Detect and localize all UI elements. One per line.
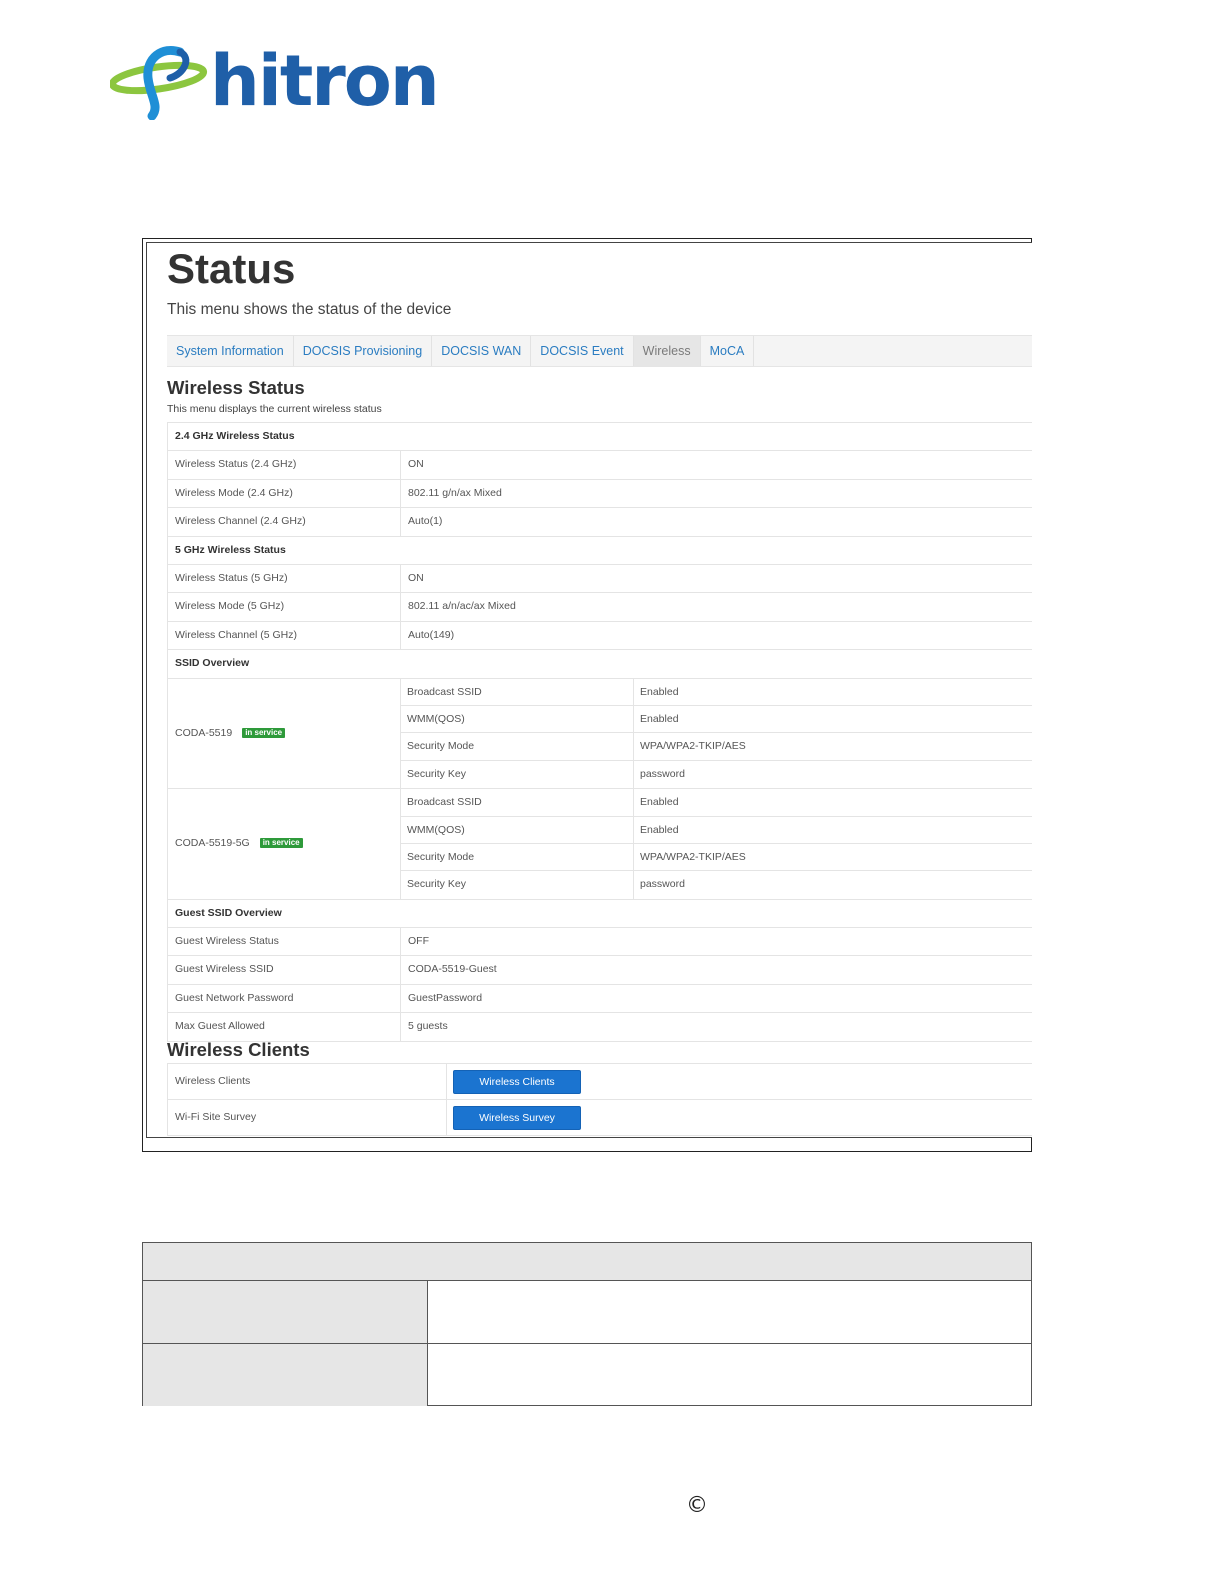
wireless-survey-button[interactable]: Wireless Survey xyxy=(453,1106,581,1130)
ssid-block-24ghz: CODA-5519 in service Broadcast SSID Enabl… xyxy=(167,678,1032,790)
table-row: Guest Wireless Status OFF xyxy=(167,928,1032,957)
screenshot-frame: Status This menu shows the status of the… xyxy=(142,238,1032,1152)
table-row xyxy=(143,1344,1031,1406)
table-row: Guest Network Password GuestPassword xyxy=(167,984,1032,1014)
table-row: Security Mode WPA/WPA2-TKIP/AES xyxy=(400,843,1032,872)
table-row: Broadcast SSID Enabled xyxy=(400,678,1032,706)
tab-moca[interactable]: MoCA xyxy=(701,336,755,366)
table-row: Wireless Clients Wireless Clients xyxy=(167,1064,1032,1100)
table-row: Security Key password xyxy=(400,871,1032,899)
wireless-clients-table: Wireless Clients Wireless Clients Wi-Fi … xyxy=(167,1063,1032,1136)
table-header xyxy=(143,1243,1031,1281)
table-header-5ghz: 5 GHz Wireless Status xyxy=(167,536,1032,565)
table-header-24ghz: 2.4 GHz Wireless Status xyxy=(167,423,1032,452)
hitron-logo: hitron xyxy=(110,40,440,122)
tab-wireless[interactable]: Wireless xyxy=(633,336,701,366)
wireless-clients-title: Wireless Clients xyxy=(167,1039,310,1060)
wireless-status-description: This menu displays the current wireless … xyxy=(167,403,382,415)
tab-system-information[interactable]: System Information xyxy=(167,336,294,366)
page-title: Status xyxy=(167,245,296,292)
tab-docsis-provisioning[interactable]: DOCSIS Provisioning xyxy=(294,336,433,366)
logo-wordmark: hitron xyxy=(210,40,440,122)
table-row: Wireless Mode (5 GHz) 802.11 a/n/ac/ax M… xyxy=(167,593,1032,622)
copyright-symbol: © xyxy=(686,1493,708,1518)
status-badge: in service xyxy=(259,838,303,849)
tab-docsis-wan[interactable]: DOCSIS WAN xyxy=(432,336,532,366)
ssid-name-cell: CODA-5519 in service xyxy=(167,678,400,789)
table-row xyxy=(143,1281,1031,1344)
table-row: Wireless Status (5 GHz) ON xyxy=(167,564,1032,594)
table-row: Guest Wireless SSID CODA-5519-Guest xyxy=(167,956,1032,985)
tab-docsis-event[interactable]: DOCSIS Event xyxy=(531,336,634,366)
table-row: Max Guest Allowed 5 guests xyxy=(167,1013,1032,1042)
wireless-status-title: Wireless Status xyxy=(167,377,305,398)
table-row: Wireless Status (2.4 GHz) ON xyxy=(167,451,1032,480)
table-row: Broadcast SSID Enabled xyxy=(400,789,1032,817)
table-row: Security Mode WPA/WPA2-TKIP/AES xyxy=(400,733,1032,761)
table-row: WMM(QOS) Enabled xyxy=(400,705,1032,734)
table-row: Wireless Channel (2.4 GHz) Auto(1) xyxy=(167,508,1032,537)
status-tabs: System Information DOCSIS Provisioning D… xyxy=(167,335,1032,367)
table-row: Wi-Fi Site Survey Wireless Survey xyxy=(167,1100,1032,1136)
status-badge: in service xyxy=(242,727,286,738)
field-description-table xyxy=(142,1242,1032,1406)
page-description: This menu shows the status of the device xyxy=(167,301,452,318)
ssid-name-cell: CODA-5519-5G in service xyxy=(167,789,400,899)
logo-swoosh-icon xyxy=(110,46,208,120)
table-header-guest-ssid: Guest SSID Overview xyxy=(167,899,1032,929)
wireless-status-table: 2.4 GHz Wireless Status Wireless Status … xyxy=(167,422,1032,1042)
table-row: WMM(QOS) Enabled xyxy=(400,816,1032,844)
table-row: Wireless Channel (5 GHz) Auto(149) xyxy=(167,621,1032,651)
ssid-name: CODA-5519-5G xyxy=(175,837,250,850)
table-row: Wireless Mode (2.4 GHz) 802.11 g/n/ax Mi… xyxy=(167,479,1032,509)
ssid-name: CODA-5519 xyxy=(175,726,233,739)
table-header-ssid-overview: SSID Overview xyxy=(167,650,1032,679)
table-row: Security Key password xyxy=(400,760,1032,789)
status-page: Status This menu shows the status of the… xyxy=(146,242,1032,1138)
ssid-block-5ghz: CODA-5519-5G in service Broadcast SSID En… xyxy=(167,789,1032,900)
wireless-clients-button[interactable]: Wireless Clients xyxy=(453,1070,581,1094)
